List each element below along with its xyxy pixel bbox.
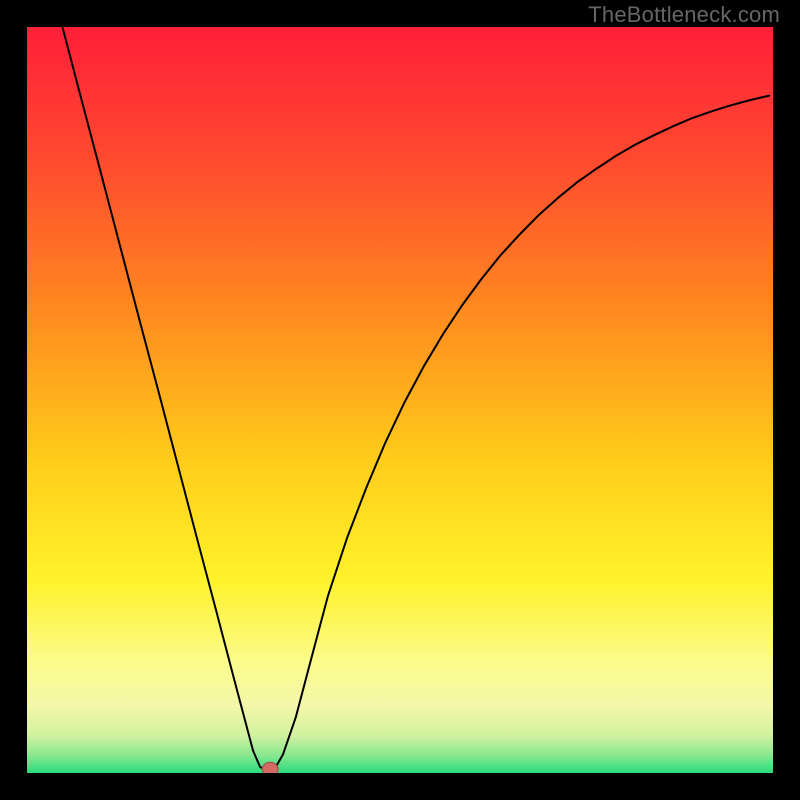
plot-area [27, 27, 773, 773]
chart-frame: TheBottleneck.com [0, 0, 800, 800]
watermark-text: TheBottleneck.com [588, 2, 780, 28]
gradient-background [27, 27, 773, 773]
optimal-point-marker [262, 762, 278, 773]
chart-svg [27, 27, 773, 773]
